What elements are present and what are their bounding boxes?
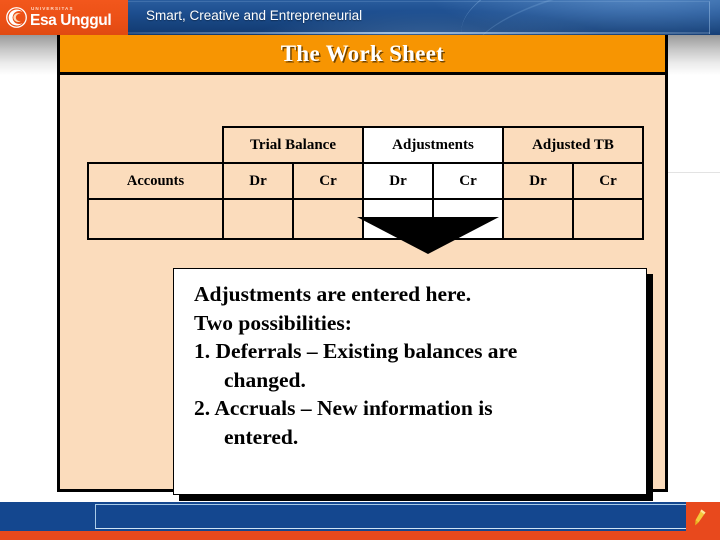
callout-line-5: 2. Accruals – New information is <box>194 396 493 421</box>
logo-university-label: UNIVERSITAS <box>31 5 74 11</box>
callout-line-4: changed. <box>224 367 306 392</box>
slide-canvas: The Work Sheet Trial Balance Adjustments… <box>57 35 668 501</box>
swirl-circle-logo-icon <box>6 7 27 28</box>
group-header-trial-balance: Trial Balance <box>222 126 364 164</box>
banner-underline <box>128 32 710 34</box>
university-logo[interactable]: UNIVERSITAS Esa Unggul <box>0 0 128 35</box>
callout-line-3: 1. Deferrals – Existing balances are <box>194 339 518 364</box>
cell-tb-cr <box>292 198 364 240</box>
cell-atb-cr <box>572 198 644 240</box>
cell-atb-dr <box>502 198 574 240</box>
column-header-adj-cr: Cr <box>432 162 504 200</box>
cell-accounts <box>87 198 224 240</box>
group-header-spacer <box>88 127 223 163</box>
column-header-adj-dr: Dr <box>362 162 434 200</box>
right-backdrop-gradient <box>668 35 720 75</box>
column-header-tb-cr: Cr <box>292 162 364 200</box>
header-tagline: Smart, Creative and Entrepreneurial <box>146 8 363 23</box>
footer-orange-strip <box>0 531 720 540</box>
right-hairline-divider <box>668 172 720 173</box>
callout-line-2: Two possibilities: <box>194 310 352 335</box>
callout-line-6: entered. <box>224 424 299 449</box>
left-backdrop-gradient <box>0 35 57 75</box>
logo-university-name: Esa Unggul <box>30 11 112 29</box>
table-group-header-row: Trial Balance Adjustments Adjusted TB <box>88 126 644 164</box>
footer-inner-frame <box>95 504 695 529</box>
callout-box: Adjustments are entered here. Two possib… <box>173 268 647 495</box>
table-column-header-row: Accounts Dr Cr Dr Cr Dr Cr <box>87 162 644 200</box>
callout-line-1: Adjustments are entered here. <box>194 282 472 306</box>
pencil-icon[interactable] <box>692 508 708 527</box>
column-header-tb-dr: Dr <box>222 162 294 200</box>
slide-title: The Work Sheet <box>280 40 445 66</box>
logo-wordmark: UNIVERSITAS Esa Unggul <box>30 5 112 29</box>
cell-tb-dr <box>222 198 294 240</box>
callout-tail-icon <box>357 217 499 254</box>
column-header-atb-cr: Cr <box>572 162 644 200</box>
column-header-atb-dr: Dr <box>502 162 574 200</box>
group-header-adjusted-tb: Adjusted TB <box>502 126 644 164</box>
column-header-accounts: Accounts <box>87 162 224 200</box>
slide-title-bar: The Work Sheet <box>60 35 665 75</box>
group-header-adjustments: Adjustments <box>362 126 504 164</box>
